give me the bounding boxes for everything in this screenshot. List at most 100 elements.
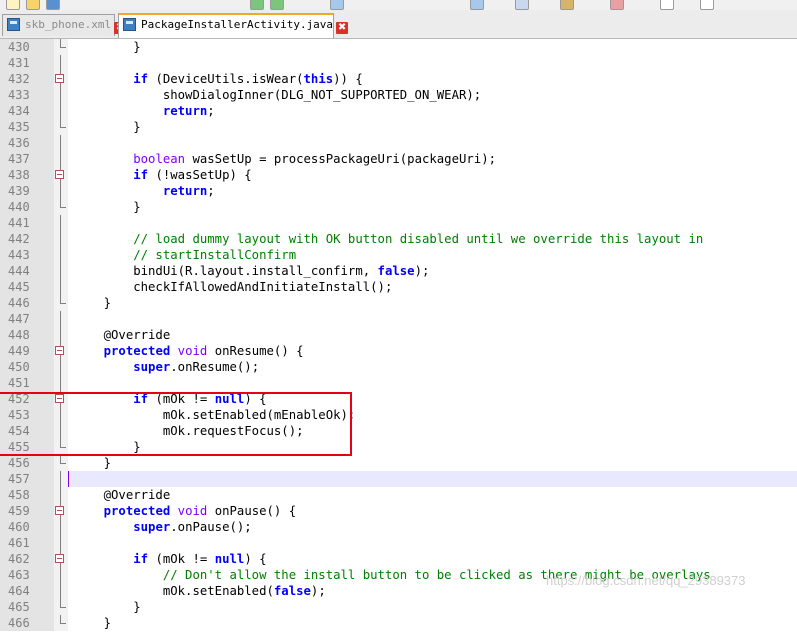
code-line[interactable]: 444 bindUi(R.layout.install_confirm, fal…: [0, 263, 797, 279]
record-icon[interactable]: [610, 0, 624, 10]
code-line[interactable]: 438 if (!wasSetUp) {: [0, 167, 797, 183]
code-token: return: [162, 184, 208, 198]
code-line[interactable]: 445 checkIfAllowedAndInitiateInstall();: [0, 279, 797, 295]
code-line[interactable]: 458 @Override: [0, 487, 797, 503]
code-token: .onPause();: [170, 520, 252, 534]
code-line[interactable]: 446 }: [0, 295, 797, 311]
play-icon[interactable]: [660, 0, 674, 10]
fold-toggle-icon[interactable]: [54, 551, 68, 567]
line-number: 437: [0, 151, 54, 167]
code-line[interactable]: 449 protected void onResume() {: [0, 343, 797, 359]
save-icon[interactable]: [46, 0, 60, 10]
code-text: return;: [74, 103, 215, 119]
code-line[interactable]: 457: [0, 471, 797, 487]
line-number: 438: [0, 167, 54, 183]
fold-margin: [54, 567, 68, 583]
line-number: 447: [0, 311, 54, 327]
fold-toggle-icon[interactable]: [54, 343, 68, 359]
undo-icon[interactable]: [250, 0, 264, 10]
line-number: 453: [0, 407, 54, 423]
code-line[interactable]: 431: [0, 55, 797, 71]
code-line[interactable]: 461: [0, 535, 797, 551]
code-token: // load dummy layout with OK button disa…: [74, 232, 704, 246]
file-icon: [7, 18, 20, 31]
code-line[interactable]: 439 return;: [0, 183, 797, 199]
zoom-icon[interactable]: [470, 0, 484, 10]
code-line[interactable]: 466 }: [0, 615, 797, 631]
macro-icon[interactable]: [560, 0, 574, 10]
line-number: 441: [0, 215, 54, 231]
line-number: 448: [0, 327, 54, 343]
code-line[interactable]: 436: [0, 135, 797, 151]
new-file-icon[interactable]: [6, 0, 20, 10]
code-line[interactable]: 433 showDialogInner(DLG_NOT_SUPPORTED_ON…: [0, 87, 797, 103]
open-folder-icon[interactable]: [26, 0, 40, 10]
line-number: 444: [0, 263, 54, 279]
close-tab-icon[interactable]: ✖: [336, 22, 349, 34]
fold-margin: [54, 423, 68, 439]
code-line[interactable]: 432 if (DeviceUtils.isWear(this)) {: [0, 71, 797, 87]
code-line[interactable]: 454 mOk.requestFocus();: [0, 423, 797, 439]
code-line[interactable]: 455 }: [0, 439, 797, 455]
code-line[interactable]: 451: [0, 375, 797, 391]
line-number: 456: [0, 455, 54, 471]
code-line[interactable]: 441: [0, 215, 797, 231]
code-text: }: [74, 615, 111, 631]
tab-package-installer-activity-java[interactable]: PackageInstallerActivity.java ✖: [118, 13, 349, 38]
code-token: return: [162, 104, 208, 118]
code-line[interactable]: 443 // startInstallConfirm: [0, 247, 797, 263]
fold-toggle-icon[interactable]: [54, 503, 68, 519]
code-editor[interactable]: 430 } 431 432 if (DeviceUtils.isWear(this)…: [0, 39, 797, 641]
fold-toggle-icon[interactable]: [54, 167, 68, 183]
line-number: 463: [0, 567, 54, 583]
toolbar: [0, 0, 797, 10]
code-line[interactable]: 442 // load dummy layout with OK button …: [0, 231, 797, 247]
code-line[interactable]: 448 @Override: [0, 327, 797, 343]
code-line[interactable]: 450 super.onResume();: [0, 359, 797, 375]
fold-margin: [54, 519, 68, 535]
code-line[interactable]: 462 if (mOk != null) {: [0, 551, 797, 567]
code-token: false: [273, 584, 311, 598]
code-line[interactable]: 434 return;: [0, 103, 797, 119]
code-token: ) {: [244, 552, 267, 566]
code-token: if: [133, 72, 149, 86]
code-token: void: [177, 504, 208, 518]
tab-skb-phone-xml[interactable]: skb_phone.xml✖: [2, 14, 127, 36]
code-token: mOk.setEnabled(: [74, 584, 274, 598]
code-token: (mOk !=: [148, 392, 215, 406]
find-icon[interactable]: [330, 0, 344, 10]
code-token: @Override: [74, 488, 171, 502]
code-line[interactable]: 460 super.onPause();: [0, 519, 797, 535]
code-token: .onResume();: [170, 360, 260, 374]
code-token: this: [303, 72, 334, 86]
code-text: bindUi(R.layout.install_confirm, false);: [74, 263, 429, 279]
line-number: 440: [0, 199, 54, 215]
code-line[interactable]: 456 }: [0, 455, 797, 471]
fold-margin: [54, 87, 68, 103]
line-number: 450: [0, 359, 54, 375]
code-line[interactable]: 459 protected void onPause() {: [0, 503, 797, 519]
settings-icon[interactable]: [700, 0, 714, 10]
code-line[interactable]: 440 }: [0, 199, 797, 215]
wrap-icon[interactable]: [515, 0, 529, 10]
code-token: mOk.setEnabled(mEnableOk);: [74, 408, 356, 422]
code-line[interactable]: 447: [0, 311, 797, 327]
fold-margin: [54, 199, 68, 215]
code-line[interactable]: 452 if (mOk != null) {: [0, 391, 797, 407]
fold-margin: [54, 135, 68, 151]
fold-toggle-icon[interactable]: [54, 391, 68, 407]
redo-icon[interactable]: [270, 0, 284, 10]
code-text: return;: [74, 183, 215, 199]
code-token: if: [133, 552, 149, 566]
code-line[interactable]: 430 }: [0, 39, 797, 55]
code-line[interactable]: 453 mOk.setEnabled(mEnableOk);: [0, 407, 797, 423]
fold-margin: [54, 263, 68, 279]
code-line[interactable]: 465 }: [0, 599, 797, 615]
code-token: if: [133, 392, 149, 406]
fold-toggle-icon[interactable]: [54, 71, 68, 87]
code-line[interactable]: 435 }: [0, 119, 797, 135]
code-line[interactable]: 437 boolean wasSetUp = processPackageUri…: [0, 151, 797, 167]
code-token: mOk.requestFocus();: [74, 424, 304, 438]
